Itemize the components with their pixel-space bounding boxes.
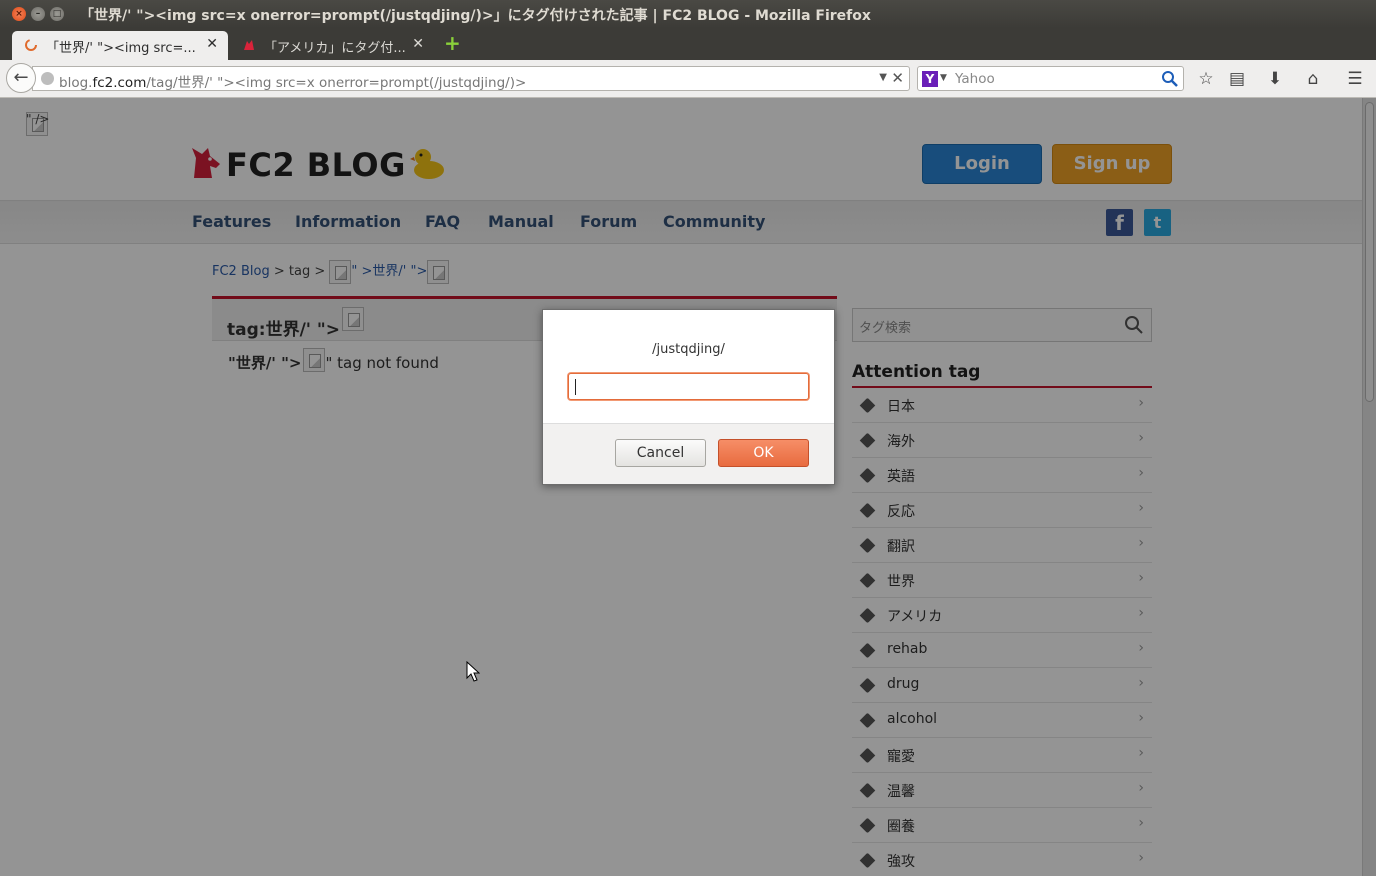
window-maximize-button[interactable]: □ — [50, 7, 64, 21]
prompt-input[interactable] — [568, 373, 809, 400]
bookmark-star-icon[interactable]: ☆ — [1195, 68, 1217, 90]
window-title: 「世界/' "><img src=x onerror=prompt(/justq… — [80, 8, 871, 24]
tab-label: 「アメリカ」にタグ付... — [264, 41, 406, 56]
prompt-footer: Cancel OK — [543, 423, 834, 484]
cancel-button[interactable]: Cancel — [615, 439, 706, 467]
back-button[interactable]: ← — [6, 63, 36, 93]
tab-label: 「世界/' "><img src=... — [46, 41, 196, 56]
tab-bar: 「世界/' "><img src=... ✕ 「アメリカ」にタグ付... ✕ — [0, 28, 1376, 60]
modal-overlay — [0, 98, 1376, 876]
globe-icon — [41, 72, 54, 85]
text-caret — [575, 379, 576, 395]
tab-close-icon[interactable]: ✕ — [412, 36, 424, 52]
search-bar[interactable]: Y ▼ Yahoo — [917, 66, 1184, 91]
window-close-button[interactable]: × — [12, 7, 26, 21]
yahoo-icon[interactable]: Y — [922, 71, 938, 87]
tab-active[interactable]: 「世界/' "><img src=... ✕ — [12, 31, 228, 60]
prompt-dialog: /justqdjing/ Cancel OK — [542, 309, 835, 485]
window-minimize-button[interactable]: – — [31, 7, 45, 21]
home-icon[interactable]: ⌂ — [1302, 68, 1324, 90]
fc2-favicon-icon — [244, 40, 254, 50]
search-placeholder: Yahoo — [955, 71, 995, 87]
stop-icon[interactable]: ✕ — [891, 69, 904, 87]
url-dropdown-icon[interactable]: ▼ — [879, 72, 887, 83]
url-text[interactable]: blog.fc2.com/tag/世界/' "><img src=x onerr… — [59, 71, 526, 91]
new-tab-icon[interactable]: + — [444, 33, 462, 53]
tab-close-icon[interactable]: ✕ — [206, 36, 218, 52]
bookmarks-list-icon[interactable]: ▤ — [1226, 68, 1248, 90]
ok-button[interactable]: OK — [718, 439, 809, 467]
loading-icon — [25, 39, 37, 51]
navigation-toolbar: blog.fc2.com/tag/世界/' "><img src=x onerr… — [0, 60, 1376, 98]
tab-inactive[interactable]: 「アメリカ」にタグ付... ✕ — [230, 31, 434, 60]
search-icon[interactable] — [1161, 70, 1179, 88]
mouse-cursor-icon — [466, 661, 480, 682]
download-icon[interactable]: ⬇ — [1264, 68, 1286, 90]
prompt-message: /justqdjing/ — [652, 342, 725, 357]
menu-icon[interactable]: ☰ — [1344, 68, 1366, 90]
window-titlebar: × – □ 「世界/' "><img src=x onerror=prompt(… — [0, 0, 1376, 28]
screen: × – □ 「世界/' "><img src=x onerror=prompt(… — [0, 0, 1376, 876]
url-bar[interactable]: blog.fc2.com/tag/世界/' "><img src=x onerr… — [32, 66, 910, 91]
search-engine-dropdown-icon[interactable]: ▼ — [940, 73, 947, 83]
